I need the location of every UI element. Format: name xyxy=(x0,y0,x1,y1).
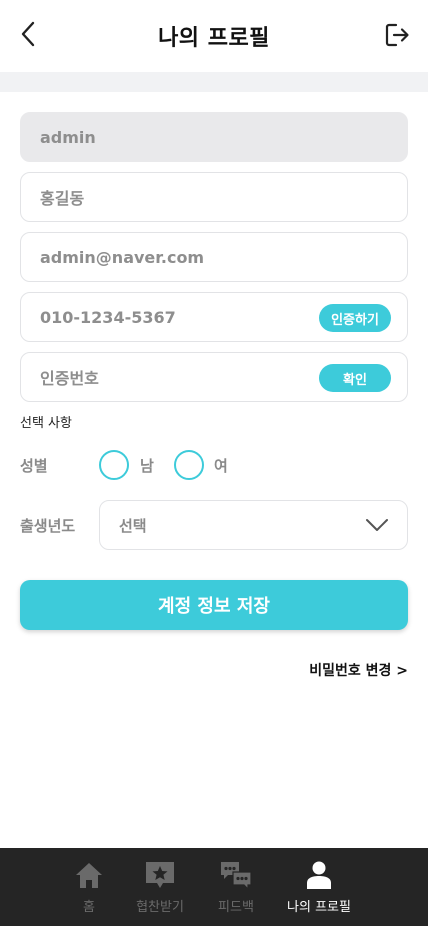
birth-year-value: 선택 xyxy=(119,516,147,535)
save-account-button[interactable]: 계정 정보 저장 xyxy=(20,580,408,630)
chevron-down-icon xyxy=(366,519,388,531)
change-password-link[interactable]: 비밀번호 변경 > xyxy=(309,660,408,680)
verify-phone-button[interactable]: 인증하기 xyxy=(319,304,391,332)
birth-year-label: 출생년도 xyxy=(20,517,76,535)
home-icon xyxy=(76,863,102,888)
nav-item-feedback[interactable]: 피드백 xyxy=(210,848,262,926)
nav-item-home[interactable]: 홈 xyxy=(64,848,114,926)
chat-icon xyxy=(221,862,252,890)
header-divider xyxy=(0,72,428,92)
user-id-field: admin xyxy=(20,112,408,162)
star-icon xyxy=(146,862,174,888)
optional-section-label: 선택 사항 xyxy=(20,416,72,431)
gender-male-label: 남 xyxy=(140,457,154,475)
chevron-left-icon xyxy=(21,21,35,47)
name-field[interactable]: 홍길동 xyxy=(20,172,408,222)
email-field[interactable]: admin@naver.com xyxy=(20,232,408,282)
logout-icon xyxy=(385,23,409,47)
user-id-value: admin xyxy=(40,127,96,147)
gender-male-radio[interactable] xyxy=(99,450,129,480)
verify-code-placeholder: 인증번호 xyxy=(40,369,99,388)
nav-label-my-profile: 나의 프로필 xyxy=(287,900,351,915)
bottom-nav: 홈 협찬받기 피드백 나의 프로필 xyxy=(0,848,428,926)
nav-label-sponsorship: 협찬받기 xyxy=(136,900,184,915)
nav-label-feedback: 피드백 xyxy=(218,900,254,915)
gender-female-radio[interactable] xyxy=(174,450,204,480)
person-icon xyxy=(307,861,331,889)
nav-label-home: 홈 xyxy=(83,900,95,915)
email-value: admin@naver.com xyxy=(40,247,205,267)
back-button[interactable] xyxy=(12,18,44,50)
nav-item-sponsorship[interactable]: 협찬받기 xyxy=(130,848,190,926)
phone-value: 010-1234-5367 xyxy=(40,307,176,327)
confirm-code-button[interactable]: 확인 xyxy=(319,364,391,392)
name-value: 홍길동 xyxy=(40,189,85,208)
birth-year-select[interactable]: 선택 xyxy=(99,500,408,550)
logout-button[interactable] xyxy=(380,18,414,52)
page-title: 나의 프로필 xyxy=(158,26,270,51)
gender-label: 성별 xyxy=(20,457,48,475)
phone-field[interactable]: 010-1234-5367 인증하기 xyxy=(20,292,408,342)
app-header: 나의 프로필 xyxy=(0,0,428,72)
nav-item-my-profile[interactable]: 나의 프로필 xyxy=(282,848,356,926)
gender-female-label: 여 xyxy=(214,457,228,475)
verify-code-field[interactable]: 인증번호 확인 xyxy=(20,352,408,402)
